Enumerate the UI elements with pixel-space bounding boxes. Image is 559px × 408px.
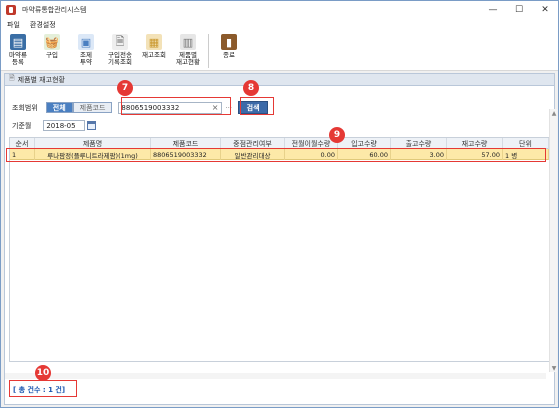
menu-bar: 파일 환경설정 [1, 19, 558, 31]
annotation-badge-7: 7 [117, 80, 133, 96]
panel-title: 제품별 재고현황 [17, 75, 65, 84]
scope-code-button[interactable]: 제품코드 [72, 102, 113, 113]
horizontal-scrollbar[interactable] [5, 373, 546, 379]
panel-icon: 🗎 [9, 74, 15, 82]
toolbar: ▤ 마약류 등록 🧺 구입 ▣ 조제 투약 🗎 구입전송 기록조회 ▦ 재고조회… [1, 31, 558, 71]
month-row: 기준월 2018-05 [12, 120, 97, 131]
toolbar-purchase-log-label: 구입전송 기록조회 [108, 51, 132, 66]
toolbar-register-label: 마약류 등록 [9, 51, 27, 66]
toolbar-separator [208, 34, 209, 68]
calendar-icon[interactable] [87, 121, 97, 130]
stock-panel: 🗎 제품별 재고현황 조회범위 전체 제품코드 8806519003332 × … [4, 73, 555, 405]
scroll-up-icon[interactable]: ▲ [550, 109, 558, 117]
toolbar-product-stock-label: 제품별 재고현황 [176, 51, 200, 66]
app-window: 마약류통합관리시스템 — ☐ ✕ 파일 환경설정 ▤ 마약류 등록 🧺 구입 ▣… [0, 0, 559, 408]
scope-toggle: 전체 제품코드 [45, 102, 113, 113]
menu-file[interactable]: 파일 [7, 20, 20, 30]
purchase-log-icon: 🗎 [112, 34, 128, 50]
toolbar-exit-button[interactable]: ▮ 종료 [212, 31, 246, 71]
scope-label: 조회범위 [12, 103, 38, 112]
window-controls: — ☐ ✕ [480, 1, 558, 19]
annotation-box-total [9, 380, 77, 397]
exit-icon: ▮ [221, 34, 237, 50]
dispense-icon: ▣ [78, 34, 94, 50]
toolbar-register-button[interactable]: ▤ 마약류 등록 [1, 31, 35, 71]
toolbar-dispense-button[interactable]: ▣ 조제 투약 [69, 31, 103, 71]
toolbar-product-stock-button[interactable]: ▥ 제품별 재고현황 [171, 31, 205, 71]
toolbar-purchase-button[interactable]: 🧺 구입 [35, 31, 69, 71]
scope-all-button[interactable]: 전체 [45, 102, 73, 113]
annotation-box-result-row [6, 148, 546, 162]
maximize-button[interactable]: ☐ [506, 1, 532, 19]
close-button[interactable]: ✕ [532, 1, 558, 19]
month-input[interactable]: 2018-05 [43, 120, 86, 131]
window-title: 마약류통합관리시스템 [22, 6, 87, 14]
product-stock-icon: ▥ [180, 34, 196, 50]
stock-icon: ▦ [146, 34, 162, 50]
toolbar-stock-label: 재고조회 [142, 51, 166, 59]
app-logo-icon [6, 5, 16, 15]
annotation-badge-10: 10 [35, 365, 51, 381]
annotation-box-code-input [121, 97, 231, 115]
toolbar-dispense-label: 조제 투약 [80, 51, 92, 66]
toolbar-purchase-log-button[interactable]: 🗎 구입전송 기록조회 [103, 31, 137, 71]
toolbar-stock-button[interactable]: ▦ 재고조회 [137, 31, 171, 71]
toolbar-purchase-label: 구입 [46, 51, 58, 59]
annotation-badge-9: 9 [329, 127, 345, 143]
vertical-scrollbar[interactable]: ▲ ▼ [549, 109, 557, 372]
minimize-button[interactable]: — [480, 1, 506, 19]
title-bar: 마약류통합관리시스템 — ☐ ✕ [1, 1, 558, 19]
menu-settings[interactable]: 환경설정 [30, 20, 56, 30]
annotation-box-search [240, 97, 274, 115]
month-label: 기준월 [12, 121, 32, 130]
annotation-badge-8: 8 [243, 80, 259, 96]
register-icon: ▤ [10, 34, 26, 50]
toolbar-exit-label: 종료 [223, 51, 235, 59]
basket-icon: 🧺 [44, 34, 60, 50]
panel-header: 🗎 제품별 재고현황 [5, 74, 554, 86]
stock-grid: 순서 제품명 제품코드 중점관리여부 전월이월수량 입고수량 출고수량 재고수량… [9, 137, 550, 362]
scroll-down-icon[interactable]: ▼ [550, 364, 558, 372]
